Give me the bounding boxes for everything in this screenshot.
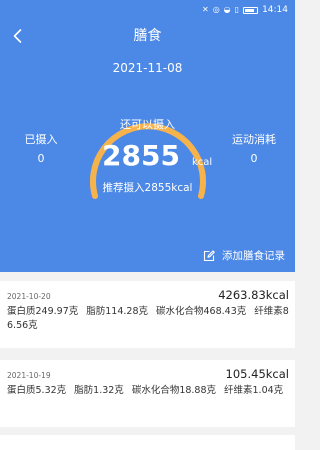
exercise-label: 运动消耗 xyxy=(232,133,276,146)
remaining-label: 还可以摄入 xyxy=(120,118,175,131)
alarm-icon: ◎ xyxy=(212,5,220,14)
summary-header: ✕ ◎ ◒ ▯ 14:14 膳食 2021-11-08 还可以摄入 2855 k… xyxy=(0,0,295,272)
list-item[interactable]: 2021-10-20 4263.83kcal 蛋白质249.97克 脂肪114.2… xyxy=(0,281,295,348)
record-protein: 蛋白质5.32克 xyxy=(7,385,67,396)
record-carbs: 碳水化合物468.43克 xyxy=(156,306,247,317)
record-fat: 脂肪114.28克 xyxy=(86,306,148,317)
edit-icon xyxy=(203,250,215,262)
add-diet-record-button[interactable]: 添加膳食记录 xyxy=(203,249,285,263)
intake-value: 0 xyxy=(37,152,45,165)
intake-label: 已摄入 xyxy=(24,133,58,146)
summary-date: 2021-11-08 xyxy=(112,61,183,75)
remaining-unit: kcal xyxy=(191,157,213,168)
record-date: 2021-10-19 xyxy=(7,371,51,380)
record-nutrients: 蛋白质249.97克 脂肪114.28克 碳水化合物468.43克 纤维素86.56克 xyxy=(7,305,289,333)
remaining-value: 2855 xyxy=(102,139,180,172)
record-nutrients: 蛋白质5.32克 脂肪1.32克 碳水化合物18.88克 纤维素1.04克 xyxy=(7,384,289,398)
intake-stat: 已摄入 0 xyxy=(11,133,71,166)
add-record-label: 添加膳食记录 xyxy=(222,250,285,262)
battery-icon xyxy=(243,6,259,14)
status-time: 14:14 xyxy=(262,5,288,15)
page-title: 膳食 xyxy=(133,28,162,44)
remaining-calories: 2855 kcal xyxy=(102,140,212,172)
exercise-stat: 运动消耗 0 xyxy=(224,133,284,166)
status-bar: ✕ ◎ ◒ ▯ 14:14 xyxy=(202,3,288,17)
sim-icon: ▯ xyxy=(234,5,240,14)
list-end-fill xyxy=(0,435,295,450)
record-total-calories: 105.45kcal xyxy=(225,367,289,381)
record-carbs: 碳水化合物18.88克 xyxy=(131,385,217,396)
record-date: 2021-10-20 xyxy=(7,292,51,301)
record-protein: 蛋白质249.97克 xyxy=(7,306,79,317)
wifi-icon: ◒ xyxy=(223,5,231,14)
record-fat: 脂肪1.32克 xyxy=(74,385,124,396)
list-item[interactable]: 2021-10-19 105.45kcal 蛋白质5.32克 脂肪1.32克 碳水化… xyxy=(0,360,295,427)
recommended-intake: 推荐摄入2855kcal xyxy=(102,182,193,194)
exercise-value: 0 xyxy=(250,152,258,165)
notification-mute-icon: ✕ xyxy=(201,5,209,14)
record-fiber: 纤维素1.04克 xyxy=(224,385,284,396)
record-total-calories: 4263.83kcal xyxy=(218,288,289,302)
